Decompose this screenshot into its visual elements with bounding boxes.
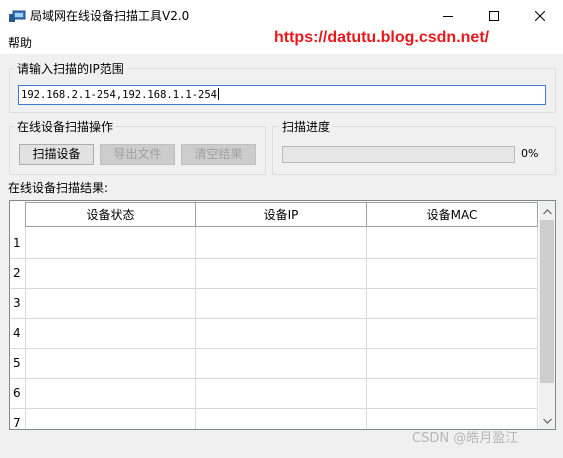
vertical-scrollbar[interactable]	[539, 201, 555, 429]
row-number: 6	[13, 386, 21, 400]
row-number: 7	[13, 416, 21, 430]
maximize-icon	[489, 11, 499, 21]
close-icon	[535, 11, 545, 21]
row-number: 1	[13, 236, 21, 250]
ip-range-input[interactable]: 192.168.2.1-254,192.168.1.1-254	[18, 85, 546, 105]
column-header-status[interactable]: 设备状态	[25, 202, 196, 227]
row-number: 3	[13, 296, 21, 310]
results-grid[interactable]: 设备状态 设备IP 设备MAC 1 2 3 4 5 6 7	[9, 200, 556, 430]
column-header-mac[interactable]: 设备MAC	[366, 202, 538, 227]
progress-percent: 0%	[521, 147, 539, 160]
text-caret	[217, 88, 219, 100]
chevron-up-icon	[542, 204, 552, 218]
grid-line	[10, 408, 538, 409]
grid-line	[366, 201, 367, 429]
ip-range-value: 192.168.2.1-254,192.168.1.1-254	[21, 89, 217, 101]
close-button[interactable]	[517, 0, 563, 32]
minimize-icon	[443, 11, 453, 21]
results-label: 在线设备扫描结果:	[8, 181, 109, 195]
scroll-up-button[interactable]	[539, 202, 555, 219]
clear-results-button[interactable]: 清空结果	[181, 144, 256, 165]
network-device-icon	[8, 9, 26, 23]
watermark-csdn: CSDN @皓月盈江	[412, 431, 519, 446]
window-title: 局域网在线设备扫描工具V2.0	[30, 9, 190, 23]
watermark-url: https://datutu.blog.csdn.net/	[274, 29, 490, 46]
column-header-ip[interactable]: 设备IP	[195, 202, 367, 227]
grid-line	[10, 288, 538, 289]
export-file-button[interactable]: 导出文件	[100, 144, 175, 165]
grid-line	[10, 348, 538, 349]
progress-group-title: 扫描进度	[279, 120, 334, 134]
scroll-down-button[interactable]	[539, 411, 555, 428]
grid-line	[10, 258, 538, 259]
chevron-down-icon	[542, 413, 552, 427]
menu-help[interactable]: 帮助	[8, 35, 32, 51]
scan-progress-bar	[282, 146, 515, 163]
row-number: 5	[13, 356, 21, 370]
grid-line	[537, 201, 538, 429]
grid-line	[10, 318, 538, 319]
grid-line	[195, 201, 196, 429]
scan-ops-group-title: 在线设备扫描操作	[14, 120, 117, 134]
scrollbar-thumb[interactable]	[540, 220, 554, 383]
grid-line	[10, 378, 538, 379]
scan-devices-button[interactable]: 扫描设备	[19, 144, 94, 165]
row-number: 4	[13, 326, 21, 340]
ip-range-group-title: 请输入扫描的IP范围	[14, 62, 127, 76]
row-number: 2	[13, 266, 21, 280]
